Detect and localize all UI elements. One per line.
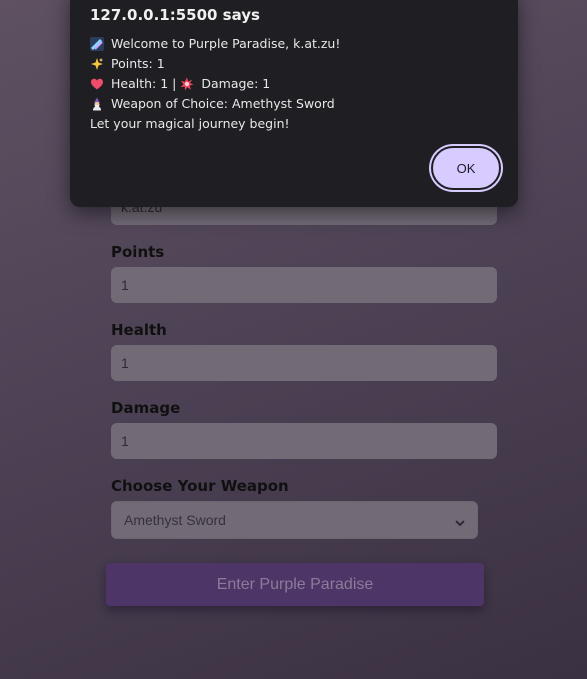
dialog-line-points: Points: 1	[90, 56, 165, 71]
damage-input[interactable]	[111, 423, 497, 459]
dialog-line-text: Let your magical journey begin!	[90, 116, 290, 131]
dialog-title: 127.0.0.1:5500 says	[90, 6, 260, 24]
chevron-down-icon	[455, 515, 465, 527]
dialog-line-text-damage: Damage: 1	[201, 76, 271, 91]
comet-emoji-icon	[90, 36, 104, 51]
weapon-label: Choose Your Weapon	[111, 477, 289, 495]
weapon-select-value: Amethyst Sword	[124, 512, 226, 528]
dialog-line-text: Points: 1	[111, 56, 165, 71]
mage-emoji-icon	[90, 97, 104, 111]
points-label: Points	[111, 243, 165, 261]
dialog-line-welcome: Welcome to Purple Paradise, k.at.zu!	[90, 36, 340, 51]
health-label: Health	[111, 321, 167, 339]
dialog-line-journey: Let your magical journey begin!	[90, 116, 290, 131]
dialog-line-stats: Health: 1 | Damage: 1	[90, 76, 270, 91]
heart-emoji-icon	[90, 77, 104, 91]
health-input[interactable]	[111, 345, 497, 381]
dialog-line-text: Health: 1 |	[111, 76, 177, 91]
dialog-line-weapon: Weapon of Choice: Amethyst Sword	[90, 96, 335, 111]
damage-label: Damage	[111, 399, 181, 417]
ok-button[interactable]: OK	[431, 146, 501, 190]
points-input[interactable]	[111, 267, 497, 303]
weapon-select[interactable]: Amethyst Sword	[111, 501, 478, 539]
alert-dialog: 127.0.0.1:5500 says Welcome to Purple Pa…	[70, 0, 518, 207]
explosion-emoji-icon	[180, 77, 194, 91]
enter-paradise-button[interactable]: Enter Purple Paradise	[106, 563, 484, 606]
dialog-line-text: Welcome to Purple Paradise, k.at.zu!	[111, 36, 341, 51]
dialog-line-text: Weapon of Choice: Amethyst Sword	[111, 96, 335, 111]
sparkles-emoji-icon	[90, 57, 104, 71]
